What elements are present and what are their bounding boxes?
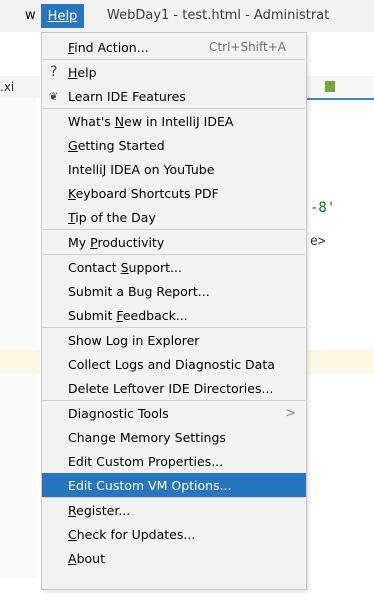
- shortcut-text: Ctrl+Shift+A: [209, 40, 286, 54]
- menu-item-label: Help: [68, 64, 97, 80]
- menu-help[interactable]: Help: [41, 4, 84, 28]
- menu-item-register[interactable]: Register...: [42, 498, 306, 522]
- menu-item-change-memory-settings[interactable]: Change Memory Settings: [42, 425, 306, 449]
- window-title: WebDay1 - test.html - Administrat: [107, 8, 330, 23]
- menu-item-label: Submit a Bug Report...: [68, 283, 210, 299]
- menu-item-about[interactable]: About: [42, 546, 306, 570]
- code-fragment: e>: [310, 234, 326, 249]
- menu-item-what-s-new-in-intellij-idea[interactable]: What's New in IntelliJ IDEA: [42, 109, 306, 133]
- menu-item-my-productivity[interactable]: My Productivity: [42, 230, 306, 254]
- menu-item-label: Contact Support...: [68, 259, 182, 275]
- question-icon: ?: [50, 64, 58, 80]
- menu-item-intellij-idea-on-youtube[interactable]: IntelliJ IDEA on YouTube: [42, 157, 306, 181]
- menu-item-getting-started[interactable]: Getting Started: [42, 133, 306, 157]
- menu-item-label: Register...: [68, 502, 131, 518]
- menu-item-label: Edit Custom Properties...: [68, 453, 224, 469]
- menu-item-label: Collect Logs and Diagnostic Data: [68, 356, 275, 372]
- current-line-highlight: [307, 350, 374, 374]
- menu-item-show-log-in-explorer[interactable]: Show Log in Explorer: [42, 328, 306, 352]
- menu-item-edit-custom-properties[interactable]: Edit Custom Properties...: [42, 449, 306, 473]
- menu-item-label: Edit Custom VM Options...: [68, 477, 232, 493]
- help-dropdown-menu: Find Action... Ctrl+Shift+A? Help ❦ Learn ID…: [41, 32, 307, 590]
- file-tab-fragment: .xi: [0, 80, 15, 94]
- menu-item-label: IntelliJ IDEA on YouTube: [68, 161, 215, 177]
- menu-item-delete-leftover-ide-directories[interactable]: Delete Leftover IDE Directories...: [42, 376, 306, 400]
- editor-active-tab[interactable]: [307, 76, 374, 100]
- submenu-arrow-icon: >: [285, 405, 296, 421]
- menu-item-label: What's New in IntelliJ IDEA: [68, 113, 234, 129]
- html-file-icon: [325, 81, 335, 92]
- menu-item-check-for-updates[interactable]: Check for Updates...: [42, 522, 306, 546]
- menu-item-tip-of-the-day[interactable]: Tip of the Day: [42, 205, 306, 229]
- menu-item-collect-logs-and-diagnostic-data[interactable]: Collect Logs and Diagnostic Data: [42, 352, 306, 376]
- menu-view-fragment[interactable]: w: [25, 8, 36, 23]
- menu-item-label: Find Action...: [68, 39, 149, 55]
- menu-item-submit-feedback[interactable]: Submit Feedback...: [42, 303, 306, 327]
- menu-item-diagnostic-tools[interactable]: Diagnostic Tools >: [42, 401, 306, 425]
- menu-item-keyboard-shortcuts-pdf[interactable]: Keyboard Shortcuts PDF: [42, 181, 306, 205]
- menu-item-label: Tip of the Day: [68, 209, 156, 225]
- code-fragment: -8': [310, 200, 336, 216]
- menu-item-label: Delete Leftover IDE Directories...: [68, 380, 274, 396]
- menu-item-submit-a-bug-report[interactable]: Submit a Bug Report...: [42, 279, 306, 303]
- menu-item-label: Check for Updates...: [68, 526, 196, 542]
- menu-item-label: Getting Started: [68, 137, 165, 153]
- menu-item-label: Learn IDE Features: [68, 88, 186, 104]
- menu-item-contact-support[interactable]: Contact Support...: [42, 255, 306, 279]
- menu-item-label: Change Memory Settings: [68, 429, 226, 445]
- menu-item-label: My Productivity: [68, 234, 165, 250]
- menu-item-label: Show Log in Explorer: [68, 332, 200, 348]
- menu-item-label: Diagnostic Tools: [68, 405, 169, 421]
- menu-item-help[interactable]: ? Help: [42, 60, 306, 84]
- editor-gutter: [0, 98, 36, 578]
- menu-bar: w Help WebDay1 - test.html - Administrat: [0, 0, 374, 32]
- menu-item-label: Keyboard Shortcuts PDF: [68, 185, 219, 201]
- menu-item-edit-custom-vm-options[interactable]: Edit Custom VM Options...: [42, 473, 306, 497]
- menu-item-label: About: [68, 550, 105, 566]
- menu-item-find-action[interactable]: Find Action... Ctrl+Shift+A: [42, 35, 306, 59]
- graduation-cap-icon: ❦: [49, 89, 59, 103]
- menu-help-label: Help: [47, 8, 78, 24]
- menu-item-label: Submit Feedback...: [68, 307, 188, 323]
- menu-item-learn-ide-features[interactable]: ❦ Learn IDE Features: [42, 84, 306, 108]
- current-line-highlight: [0, 350, 40, 374]
